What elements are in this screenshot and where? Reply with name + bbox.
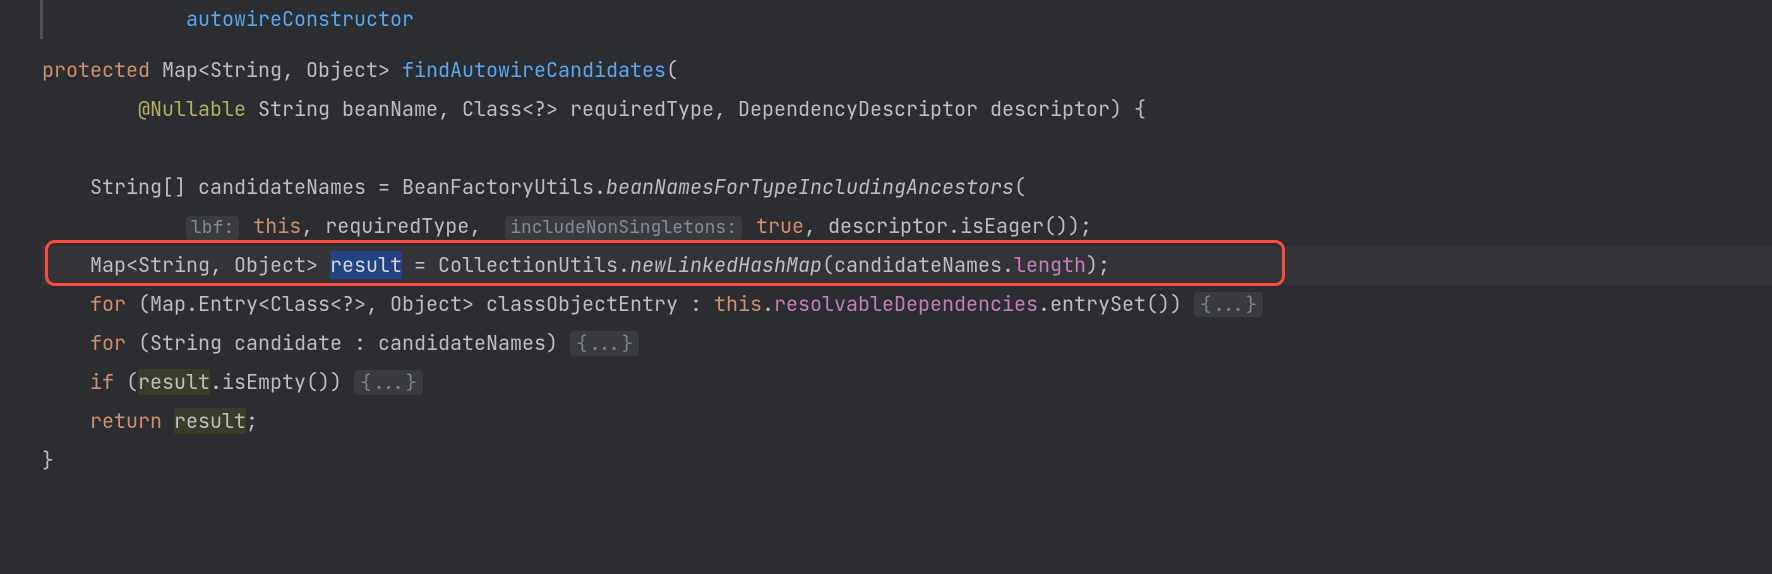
code-line[interactable]: @Nullable String beanName, Class<?> requ… <box>42 90 1772 129</box>
method-name: findAutowireCandidates <box>402 57 666 83</box>
code-line[interactable]: protected Map<String, Object> findAutowi… <box>42 51 1772 90</box>
code-line[interactable]: lbf: this, requiredType, includeNonSingl… <box>42 207 1772 246</box>
blank-line <box>42 39 1772 51</box>
annotation: @Nullable <box>138 96 246 122</box>
usage-highlight: result <box>138 369 210 395</box>
doc-link[interactable]: autowireConstructor <box>186 6 414 32</box>
highlighted-line[interactable]: Map<String, Object> result = CollectionU… <box>42 246 1772 285</box>
code-line[interactable]: for (Map.Entry<Class<?>, Object> classOb… <box>42 285 1772 324</box>
selected-identifier: result <box>330 251 402 279</box>
code-fold[interactable]: {...} <box>354 370 423 395</box>
keyword: protected <box>42 57 150 83</box>
code-fold[interactable]: {...} <box>1194 292 1263 317</box>
code-editor[interactable]: autowireConstructor protected Map<String… <box>0 0 1772 480</box>
param-hint: lbf: <box>186 216 239 240</box>
code-fold[interactable]: {...} <box>570 331 639 356</box>
code-line[interactable]: } <box>42 441 1772 480</box>
field-ref: length <box>1014 252 1086 278</box>
code-line[interactable]: if (result.isEmpty()) {...} <box>42 363 1772 402</box>
param-hint: includeNonSingletons: <box>505 216 742 240</box>
usage-highlight: result <box>174 408 246 434</box>
code-line[interactable]: for (String candidate : candidateNames) … <box>42 324 1772 363</box>
code-line[interactable]: autowireConstructor <box>42 0 1772 39</box>
field-ref: resolvableDependencies <box>774 291 1038 317</box>
blank-line <box>42 129 1772 168</box>
code-line[interactable]: String[] candidateNames = BeanFactoryUti… <box>42 168 1772 207</box>
code-line[interactable]: return result; <box>42 402 1772 441</box>
static-method: beanNamesForTypeIncludingAncestors <box>606 174 1014 200</box>
static-method: newLinkedHashMap <box>630 252 822 278</box>
